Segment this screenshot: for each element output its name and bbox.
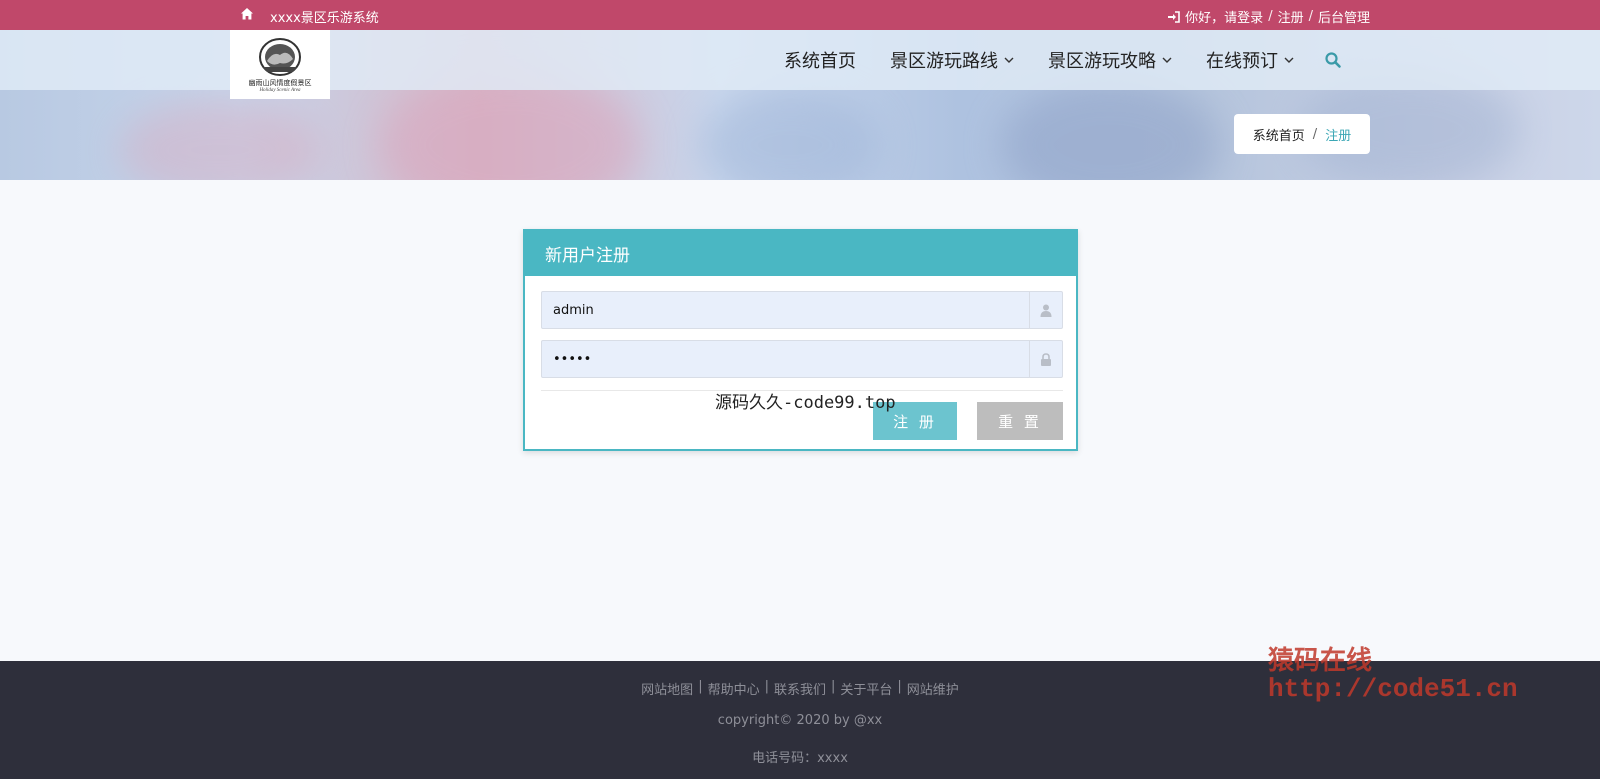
footer-link-sitemap[interactable]: 网站地图: [641, 679, 693, 698]
footer-separator: |: [764, 679, 769, 694]
separator: /: [1268, 9, 1273, 24]
nav-item-guides[interactable]: 景区游玩攻略: [1048, 47, 1172, 73]
chevron-down-icon: [1284, 57, 1294, 63]
lock-icon: [1041, 352, 1051, 366]
nav-item-routes[interactable]: 景区游玩路线: [890, 47, 1014, 73]
site-name: xxxx景区乐游系统: [270, 11, 379, 26]
chevron-down-icon: [1004, 57, 1014, 63]
nav-item-label: 在线预订: [1206, 51, 1278, 72]
reset-button[interactable]: 重 置: [977, 402, 1063, 440]
user-icon: [1040, 304, 1052, 317]
breadcrumb-separator: /: [1312, 126, 1318, 142]
password-addon: [1029, 341, 1062, 377]
logo-subtitle: Holiday Scenic Area: [259, 87, 301, 93]
top-bar: xxxx景区乐游系统 你好，请登录 / 注册 / 后台管理: [0, 0, 1600, 30]
separator: /: [1308, 9, 1313, 24]
username-addon: [1029, 292, 1062, 328]
watermark-center: 源码久久-code99.top: [715, 393, 896, 413]
username-field: [541, 291, 1063, 329]
nav-item-home[interactable]: 系统首页: [784, 47, 856, 73]
search-icon[interactable]: [1324, 51, 1342, 69]
footer-separator: |: [897, 679, 902, 694]
register-link[interactable]: 注册: [1278, 7, 1304, 26]
chevron-down-icon: [1162, 57, 1172, 63]
site-logo[interactable]: 幽雨山风情度假景区 Holiday Scenic Area: [230, 30, 330, 99]
home-icon[interactable]: [240, 7, 254, 21]
admin-link[interactable]: 后台管理: [1318, 7, 1370, 26]
footer-separator: |: [831, 679, 836, 694]
nav-item-label: 景区游玩攻略: [1048, 51, 1156, 72]
watermark-corner-url: http://code51.cn: [1268, 674, 1518, 704]
breadcrumb-current: 注册: [1325, 128, 1352, 144]
nav-item-booking[interactable]: 在线预订: [1206, 47, 1294, 73]
logo-caption: 幽雨山风情度假景区: [248, 78, 312, 87]
footer-link-contact[interactable]: 联系我们: [774, 679, 826, 698]
watermark-corner-cn: 猿码在线: [1268, 646, 1373, 676]
top-bar-links: 你好，请登录 / 注册 / 后台管理: [1167, 7, 1370, 26]
register-panel: 新用户注册 注 册 重 置: [523, 229, 1078, 451]
login-link[interactable]: 你好，请登录: [1185, 7, 1263, 26]
footer-link-help[interactable]: 帮助中心: [708, 679, 760, 698]
password-field: [541, 340, 1063, 378]
main-nav: 系统首页 景区游玩路线 景区游玩攻略 在线预订: [784, 30, 1342, 90]
logo-emblem-icon: [259, 37, 301, 76]
nav-item-label: 系统首页: [784, 51, 856, 72]
footer-phone: 电话号码：xxxx: [752, 751, 848, 766]
breadcrumb-home[interactable]: 系统首页: [1253, 125, 1305, 144]
footer-link-maintenance[interactable]: 网站维护: [907, 679, 959, 698]
username-input[interactable]: [542, 292, 1030, 328]
password-input[interactable]: [542, 341, 1030, 377]
panel-title: 新用户注册: [525, 231, 1076, 276]
footer-link-about[interactable]: 关于平台: [840, 679, 892, 698]
login-icon: [1168, 10, 1180, 23]
nav-item-label: 景区游玩路线: [890, 51, 998, 72]
breadcrumb: 系统首页 / 注册: [1234, 114, 1370, 154]
footer-copyright: copyright© 2020 by @xx: [717, 713, 883, 728]
footer-separator: |: [698, 679, 703, 694]
